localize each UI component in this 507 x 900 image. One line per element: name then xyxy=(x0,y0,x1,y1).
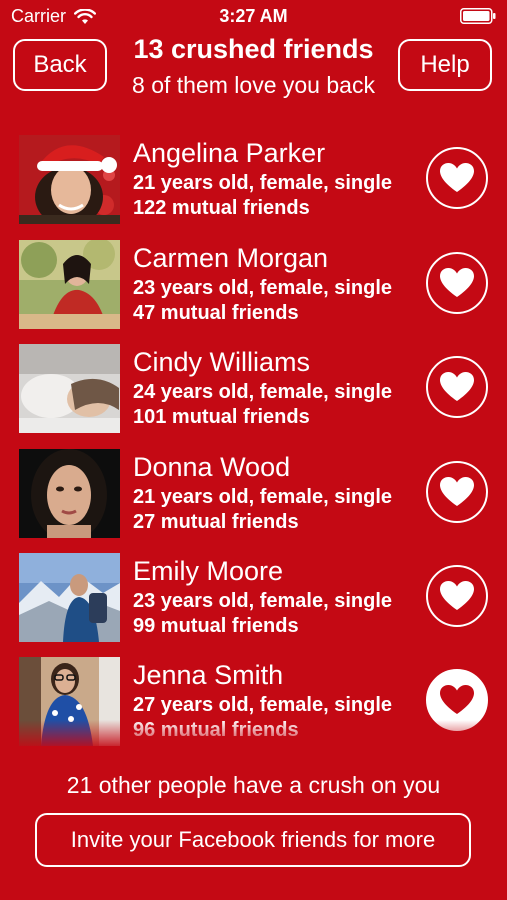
friend-row[interactable]: Angelina Parker 21 years old, female, si… xyxy=(0,130,507,230)
friend-details: 21 years old, female, single xyxy=(133,172,393,194)
friend-details: 21 years old, female, single xyxy=(133,486,393,508)
heart-icon xyxy=(440,163,474,192)
friend-photo xyxy=(19,657,120,746)
friend-name: Jenna Smith xyxy=(133,660,284,690)
friend-mutual-count: 27 mutual friends xyxy=(133,511,299,533)
crush-toggle-button[interactable] xyxy=(426,669,488,731)
crush-toggle-button[interactable] xyxy=(426,356,488,418)
friend-name: Donna Wood xyxy=(133,452,291,482)
friend-row[interactable]: Jenna Smith 27 years old, female, single… xyxy=(0,652,507,750)
navigation-bar: Back 13 crushed friends 8 of them love y… xyxy=(0,34,507,102)
friend-row[interactable]: Cindy Williams 24 years old, female, sin… xyxy=(0,339,507,439)
page-subtitle: 8 of them love you back xyxy=(132,72,375,98)
back-button[interactable]: Back xyxy=(13,39,107,91)
heart-icon xyxy=(440,477,474,506)
friend-photo xyxy=(19,449,120,538)
friend-name: Cindy Williams xyxy=(133,347,311,377)
friend-row[interactable]: Donna Wood 21 years old, female, single … xyxy=(0,444,507,544)
friend-mutual-count: 99 mutual friends xyxy=(133,615,299,637)
friend-name: Carmen Morgan xyxy=(133,243,329,273)
crush-count-text: 21 other people have a crush on you xyxy=(66,772,441,798)
friend-details: 23 years old, female, single xyxy=(133,277,393,299)
page-title: 13 crushed friends xyxy=(133,34,374,64)
friend-photo xyxy=(19,553,120,642)
friend-mutual-count: 47 mutual friends xyxy=(133,302,299,324)
crush-toggle-button[interactable] xyxy=(426,565,488,627)
friend-details: 24 years old, female, single xyxy=(133,381,393,403)
friend-row[interactable]: Carmen Morgan 23 years old, female, sing… xyxy=(0,235,507,335)
crush-toggle-button[interactable] xyxy=(426,252,488,314)
friend-details: 23 years old, female, single xyxy=(133,590,393,612)
heart-icon xyxy=(440,581,474,610)
friend-name: Angelina Parker xyxy=(133,138,326,168)
clock: 3:27 AM xyxy=(219,6,288,26)
heart-icon xyxy=(440,268,474,297)
friend-mutual-count: 101 mutual friends xyxy=(133,406,310,428)
heart-icon xyxy=(440,372,474,401)
friend-mutual-count: 96 mutual friends xyxy=(133,719,299,741)
friends-list[interactable]: Angelina Parker 21 years old, female, si… xyxy=(0,130,507,750)
friend-photo xyxy=(19,240,120,329)
help-button[interactable]: Help xyxy=(398,39,492,91)
crush-toggle-button[interactable] xyxy=(426,461,488,523)
friend-details: 27 years old, female, single xyxy=(133,694,393,716)
friend-photo xyxy=(19,135,120,224)
heart-icon xyxy=(440,685,474,714)
crush-toggle-button[interactable] xyxy=(426,147,488,209)
friend-row[interactable]: Emily Moore 23 years old, female, single… xyxy=(0,548,507,648)
friend-mutual-count: 122 mutual friends xyxy=(133,197,310,219)
friend-name: Emily Moore xyxy=(133,556,284,586)
battery-icon xyxy=(460,8,496,24)
invite-facebook-friends-button[interactable]: Invite your Facebook friends for more xyxy=(35,813,471,867)
status-bar: Carrier 3:27 AM xyxy=(0,0,507,34)
friend-photo xyxy=(19,344,120,433)
